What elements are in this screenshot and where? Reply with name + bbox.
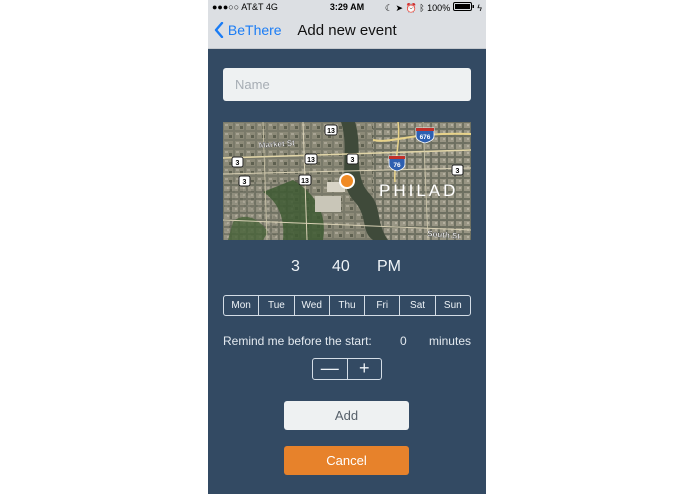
street-label-south: South St (427, 229, 461, 240)
interstate-shield-676: 676 (420, 134, 431, 141)
route-shield-3: 3 (456, 168, 460, 175)
day-wed[interactable]: Wed (293, 296, 329, 315)
day-fri[interactable]: Fri (364, 296, 399, 315)
day-sun[interactable]: Sun (434, 296, 470, 315)
minute-value[interactable]: 40 (332, 258, 350, 276)
route-shield-13: 13 (327, 128, 335, 135)
battery-percent: 100% (427, 3, 451, 13)
status-right: ☾ ➤ ⏰ ᛒ 100% ϟ (385, 2, 482, 14)
location-map[interactable]: Market St South St PHILAD 13 3 3 13 3 13… (223, 122, 471, 240)
reminder-row: Remind me before the start: 0 minutes (223, 334, 471, 350)
route-shield-3: 3 (243, 179, 247, 186)
day-thu[interactable]: Thu (328, 296, 364, 315)
location-pin-icon (339, 173, 355, 189)
page-title: Add new event (297, 22, 397, 39)
bluetooth-icon: ᛒ (419, 3, 425, 13)
navigation-bar: BeThere Add new event (208, 16, 486, 49)
interstate-shield-76: 76 (393, 162, 401, 169)
charging-icon: ϟ (477, 3, 482, 13)
status-bar: ●●●○○ AT&T 4G 3:29 AM ☾ ➤ ⏰ ᛒ 100% ϟ (208, 0, 486, 16)
route-shield-13: 13 (307, 157, 315, 164)
add-button[interactable]: Add (284, 401, 409, 430)
reminder-label: Remind me before the start: (223, 334, 372, 348)
day-tue[interactable]: Tue (258, 296, 293, 315)
battery-icon (452, 2, 475, 13)
day-mon[interactable]: Mon (224, 296, 258, 315)
day-sat[interactable]: Sat (399, 296, 434, 315)
app-screen: ●●●○○ AT&T 4G 3:29 AM ☾ ➤ ⏰ ᛒ 100% ϟ BeT… (208, 0, 486, 494)
location-arrow-icon: ➤ (395, 3, 403, 13)
weekday-selector: Mon Tue Wed Thu Fri Sat Sun (223, 295, 471, 316)
period-value[interactable]: PM (377, 258, 401, 276)
decrement-button[interactable]: — (313, 359, 347, 379)
time-picker[interactable]: 3 40 PM (208, 258, 486, 280)
reminder-value: 0 (400, 334, 407, 348)
route-shield-3: 3 (351, 157, 355, 164)
increment-button[interactable]: + (346, 359, 382, 379)
city-label: PHILAD (379, 181, 458, 200)
alarm-icon: ⏰ (405, 3, 417, 13)
cancel-button[interactable]: Cancel (284, 446, 409, 475)
name-input[interactable] (223, 68, 471, 101)
route-shield-13: 13 (301, 178, 309, 185)
moon-icon: ☾ (384, 3, 393, 13)
reminder-stepper: — + (312, 358, 382, 380)
reminder-unit: minutes (428, 334, 471, 348)
route-shield-3: 3 (236, 160, 240, 167)
hour-value[interactable]: 3 (291, 258, 300, 276)
